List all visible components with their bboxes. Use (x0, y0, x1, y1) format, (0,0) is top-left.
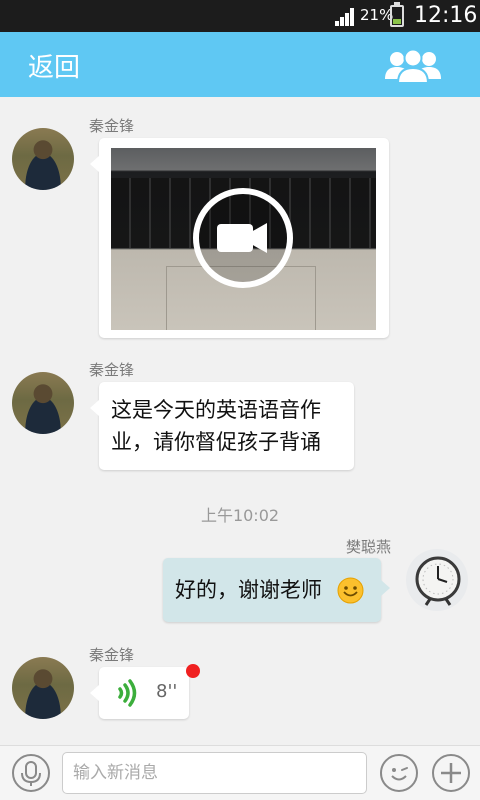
voice-message[interactable]: 8'' (90, 667, 189, 719)
group-members-icon[interactable] (384, 46, 442, 84)
input-bar (0, 745, 480, 800)
chat-area[interactable]: 秦金锋 秦金锋 这是今天的英语语音作 业，请你督促孩子背诵 上午10:02 樊聪… (0, 97, 480, 745)
message-input[interactable] (62, 752, 367, 794)
sender-name: 秦金锋 (89, 646, 135, 664)
sender-name: 樊聪燕 (346, 538, 392, 556)
avatar[interactable] (12, 657, 74, 719)
sender-name: 秦金锋 (89, 117, 135, 135)
microphone-icon[interactable] (12, 754, 50, 792)
video-camera-icon (193, 188, 293, 288)
avatar[interactable] (12, 372, 74, 434)
video-message[interactable] (90, 138, 389, 338)
status-bar: 21% 12:16 (0, 0, 480, 32)
sender-name: 秦金锋 (89, 361, 135, 379)
plus-icon[interactable] (432, 754, 470, 792)
header: 返回 (0, 32, 480, 97)
battery-percent: 21% (360, 6, 394, 24)
back-button[interactable]: 返回 (28, 47, 80, 84)
smiley-emoji-icon (337, 577, 364, 604)
message-line: 这是今天的英语语音作 (111, 398, 321, 422)
message-line: 业，请你督促孩子背诵 (111, 430, 321, 454)
message-text: 好的，谢谢老师 (175, 578, 322, 602)
avatar[interactable] (406, 549, 468, 611)
sent-message[interactable]: 好的，谢谢老师 (163, 558, 390, 622)
voice-wave-icon (118, 679, 137, 707)
emoji-icon[interactable] (380, 754, 418, 792)
video-thumbnail (111, 148, 376, 330)
voice-duration: 8'' (156, 681, 178, 702)
text-message[interactable]: 这是今天的英语语音作 业，请你督促孩子背诵 (90, 382, 354, 470)
unread-dot (186, 664, 200, 678)
status-time: 12:16 (414, 3, 478, 28)
avatar[interactable] (12, 128, 74, 190)
timestamp: 上午10:02 (200, 506, 280, 525)
signal-icon (335, 8, 357, 26)
battery-icon (390, 2, 404, 27)
